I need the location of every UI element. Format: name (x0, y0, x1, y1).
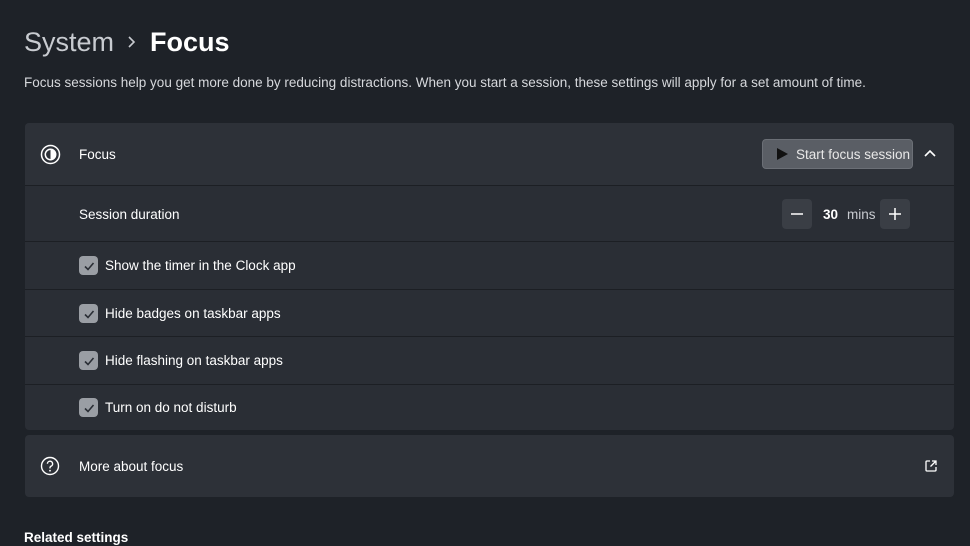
checkmark-icon (83, 403, 94, 413)
chevron-up-icon[interactable] (922, 146, 938, 162)
show-timer-label: Show the timer in the Clock app (105, 258, 296, 273)
related-settings-heading: Related settings (24, 530, 129, 545)
start-focus-session-label: Start focus session (796, 146, 911, 162)
minus-icon (791, 213, 803, 215)
show-timer-checkbox[interactable] (79, 256, 98, 275)
increase-duration-button[interactable] (880, 199, 910, 229)
help-icon (40, 456, 60, 476)
do-not-disturb-checkbox[interactable] (79, 398, 98, 417)
session-duration-unit: mins (847, 207, 876, 222)
play-icon (777, 148, 788, 160)
page-description: Focus sessions help you get more done by… (24, 75, 866, 90)
focus-header-row[interactable]: Focus Start focus session (25, 123, 954, 185)
start-focus-session-button[interactable]: Start focus session (762, 139, 913, 169)
decrease-duration-button[interactable] (782, 199, 812, 229)
breadcrumb-system-link[interactable]: System (24, 27, 114, 58)
plus-icon (889, 208, 901, 220)
focus-title: Focus (79, 147, 116, 162)
more-about-focus-label: More about focus (79, 459, 184, 474)
option-row-hide-badges: Hide badges on taskbar apps (25, 289, 954, 336)
option-row-clock-timer: Show the timer in the Clock app (25, 241, 954, 289)
external-link-icon (925, 460, 937, 472)
hide-badges-checkbox[interactable] (79, 304, 98, 323)
checkmark-icon (83, 309, 94, 319)
focus-card: Focus Start focus session Session durati… (25, 123, 954, 430)
hide-badges-label: Hide badges on taskbar apps (105, 306, 281, 321)
checkmark-icon (83, 356, 94, 366)
session-duration-value: 30 (823, 207, 839, 222)
hide-flashing-checkbox[interactable] (79, 351, 98, 370)
session-duration-row: Session duration 30 mins (25, 185, 954, 241)
session-duration-label: Session duration (79, 207, 180, 222)
page-title: Focus (150, 26, 230, 57)
hide-flashing-label: Hide flashing on taskbar apps (105, 353, 283, 368)
more-about-focus-link[interactable]: More about focus (25, 435, 954, 497)
option-row-do-not-disturb: Turn on do not disturb (25, 384, 954, 430)
focus-icon (40, 144, 61, 165)
checkmark-icon (83, 261, 94, 271)
chevron-right-icon (114, 35, 150, 49)
do-not-disturb-label: Turn on do not disturb (105, 400, 237, 415)
option-row-hide-flashing: Hide flashing on taskbar apps (25, 336, 954, 384)
breadcrumb: System Focus (24, 24, 230, 60)
